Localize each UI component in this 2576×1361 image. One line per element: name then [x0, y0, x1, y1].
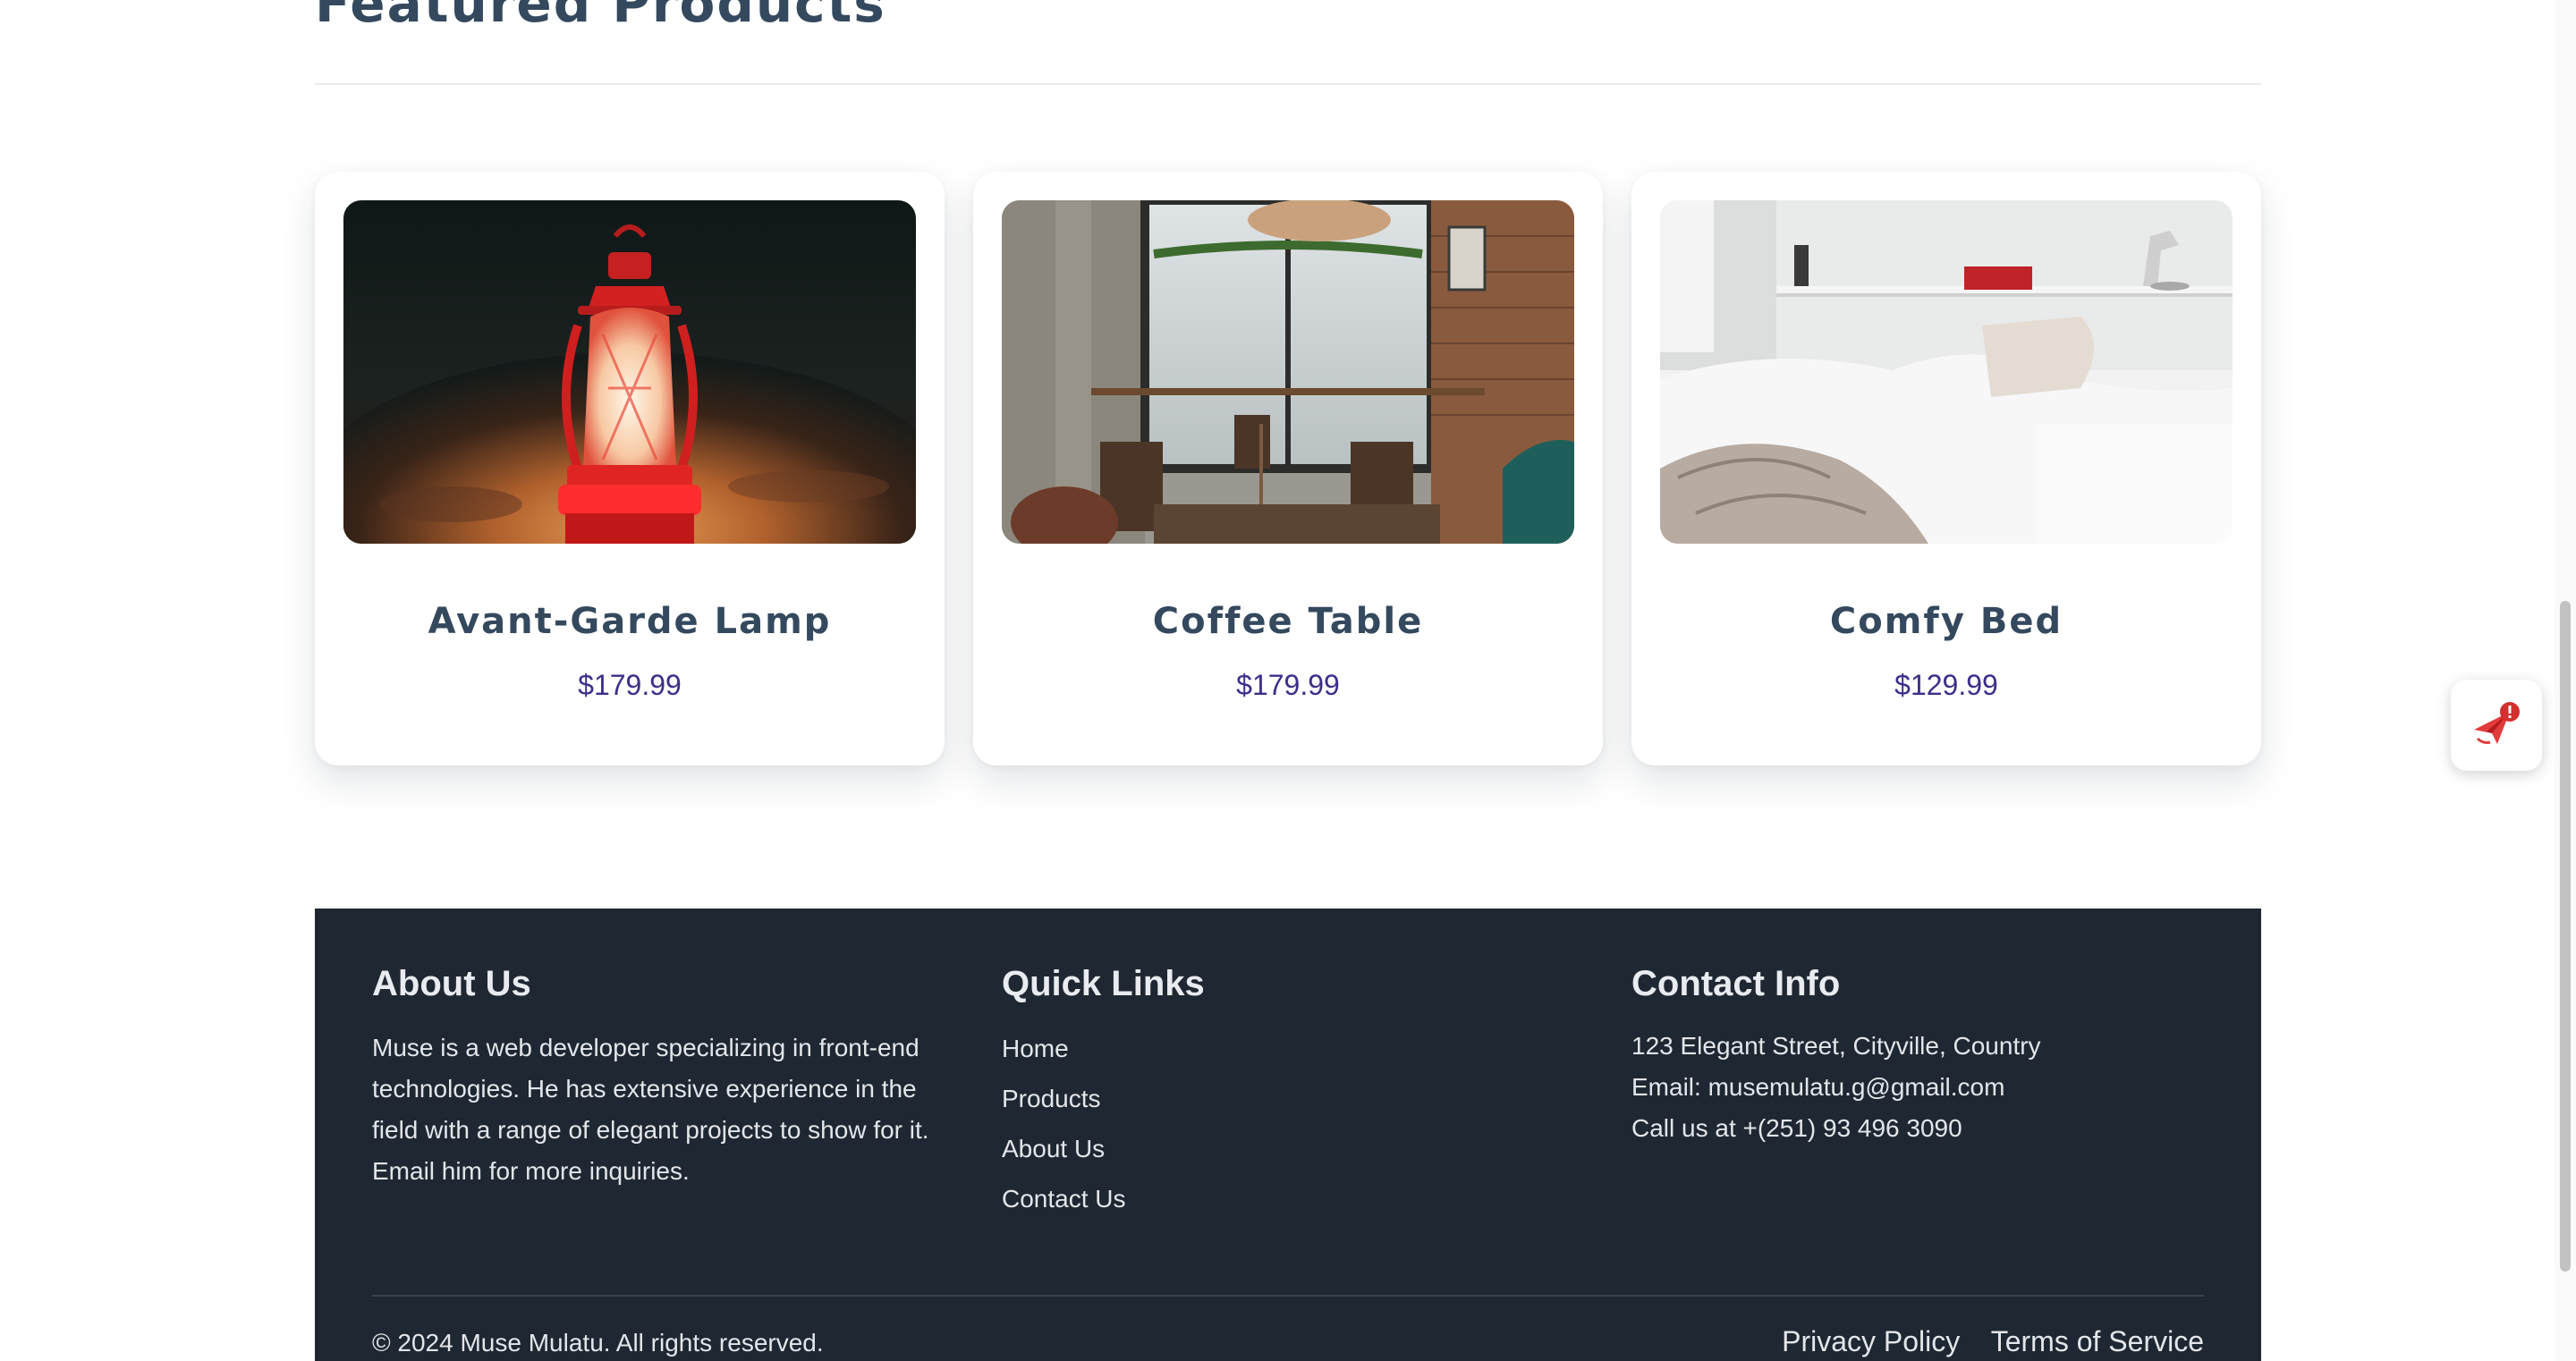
feedback-widget-button[interactable]	[2451, 680, 2542, 771]
product-name[interactable]: Coffee Table	[973, 601, 1603, 642]
contact-heading: Contact Info	[1631, 964, 1841, 1003]
terms-of-service-link[interactable]: Terms of Service	[1991, 1325, 2204, 1357]
contact-email: Email: musemulatu.g@gmail.com	[1631, 1073, 2005, 1101]
product-image-comfy-bed[interactable]	[1660, 200, 2233, 544]
footer-link-home[interactable]: Home	[1002, 1024, 1205, 1074]
scrollbar-thumb[interactable]	[2560, 601, 2571, 1272]
footer-link-contact-us[interactable]: Contact Us	[1002, 1174, 1205, 1224]
paper-plane-alert-icon	[2474, 702, 2520, 744]
footer-link-products[interactable]: Products	[1002, 1074, 1205, 1124]
quick-links-heading: Quick Links	[1002, 964, 1205, 1003]
privacy-policy-link[interactable]: Privacy Policy	[1782, 1325, 1960, 1357]
page: Featured Products Avant-Garde Lamp $179.…	[0, 0, 2576, 1361]
footer-contact-section: Contact Info 123 Elegant Street, Cityvil…	[1631, 964, 2041, 1149]
red-lantern-photo	[343, 200, 916, 544]
footer-link-about-us[interactable]: About Us	[1002, 1124, 1205, 1174]
product-price: $179.99	[578, 669, 682, 701]
quick-links-list: Home Products About Us Contact Us	[1002, 1024, 1205, 1224]
product-card-coffee-table[interactable]: Coffee Table $179.99	[973, 172, 1603, 765]
about-description: Muse is a web developer specializing in …	[372, 1034, 929, 1185]
white-bedroom-photo	[1660, 200, 2233, 544]
copyright-text: © 2024 Muse Mulatu. All rights reserved.	[372, 1329, 824, 1357]
legal-links: Privacy Policy Terms of Service	[1755, 1325, 2204, 1358]
product-image-lamp[interactable]	[343, 200, 916, 544]
site-footer: About Us Muse is a web developer special…	[315, 909, 2261, 1361]
product-price: $179.99	[1236, 669, 1340, 701]
contact-details: 123 Elegant Street, Cityville, Country E…	[1631, 1026, 2041, 1149]
contact-phone: Call us at +(251) 93 496 3090	[1631, 1114, 1962, 1142]
featured-products-heading: Featured Products	[315, 0, 886, 34]
cafe-interior-photo	[1002, 200, 1574, 544]
product-image-coffee-table[interactable]	[1002, 200, 1574, 544]
product-card-lamp[interactable]: Avant-Garde Lamp $179.99	[315, 172, 945, 765]
footer-divider	[372, 1295, 2204, 1297]
product-price: $129.99	[1894, 669, 1998, 701]
heading-divider	[315, 83, 2261, 85]
footer-about-section: About Us Muse is a web developer special…	[372, 964, 962, 1192]
product-name[interactable]: Comfy Bed	[1631, 601, 2261, 642]
product-name[interactable]: Avant-Garde Lamp	[315, 601, 945, 642]
about-heading: About Us	[372, 964, 531, 1003]
product-card-comfy-bed[interactable]: Comfy Bed $129.99	[1631, 172, 2261, 765]
contact-address: 123 Elegant Street, Cityville, Country	[1631, 1032, 2041, 1060]
footer-quick-links-section: Quick Links Home Products About Us Conta…	[1002, 964, 1205, 1224]
